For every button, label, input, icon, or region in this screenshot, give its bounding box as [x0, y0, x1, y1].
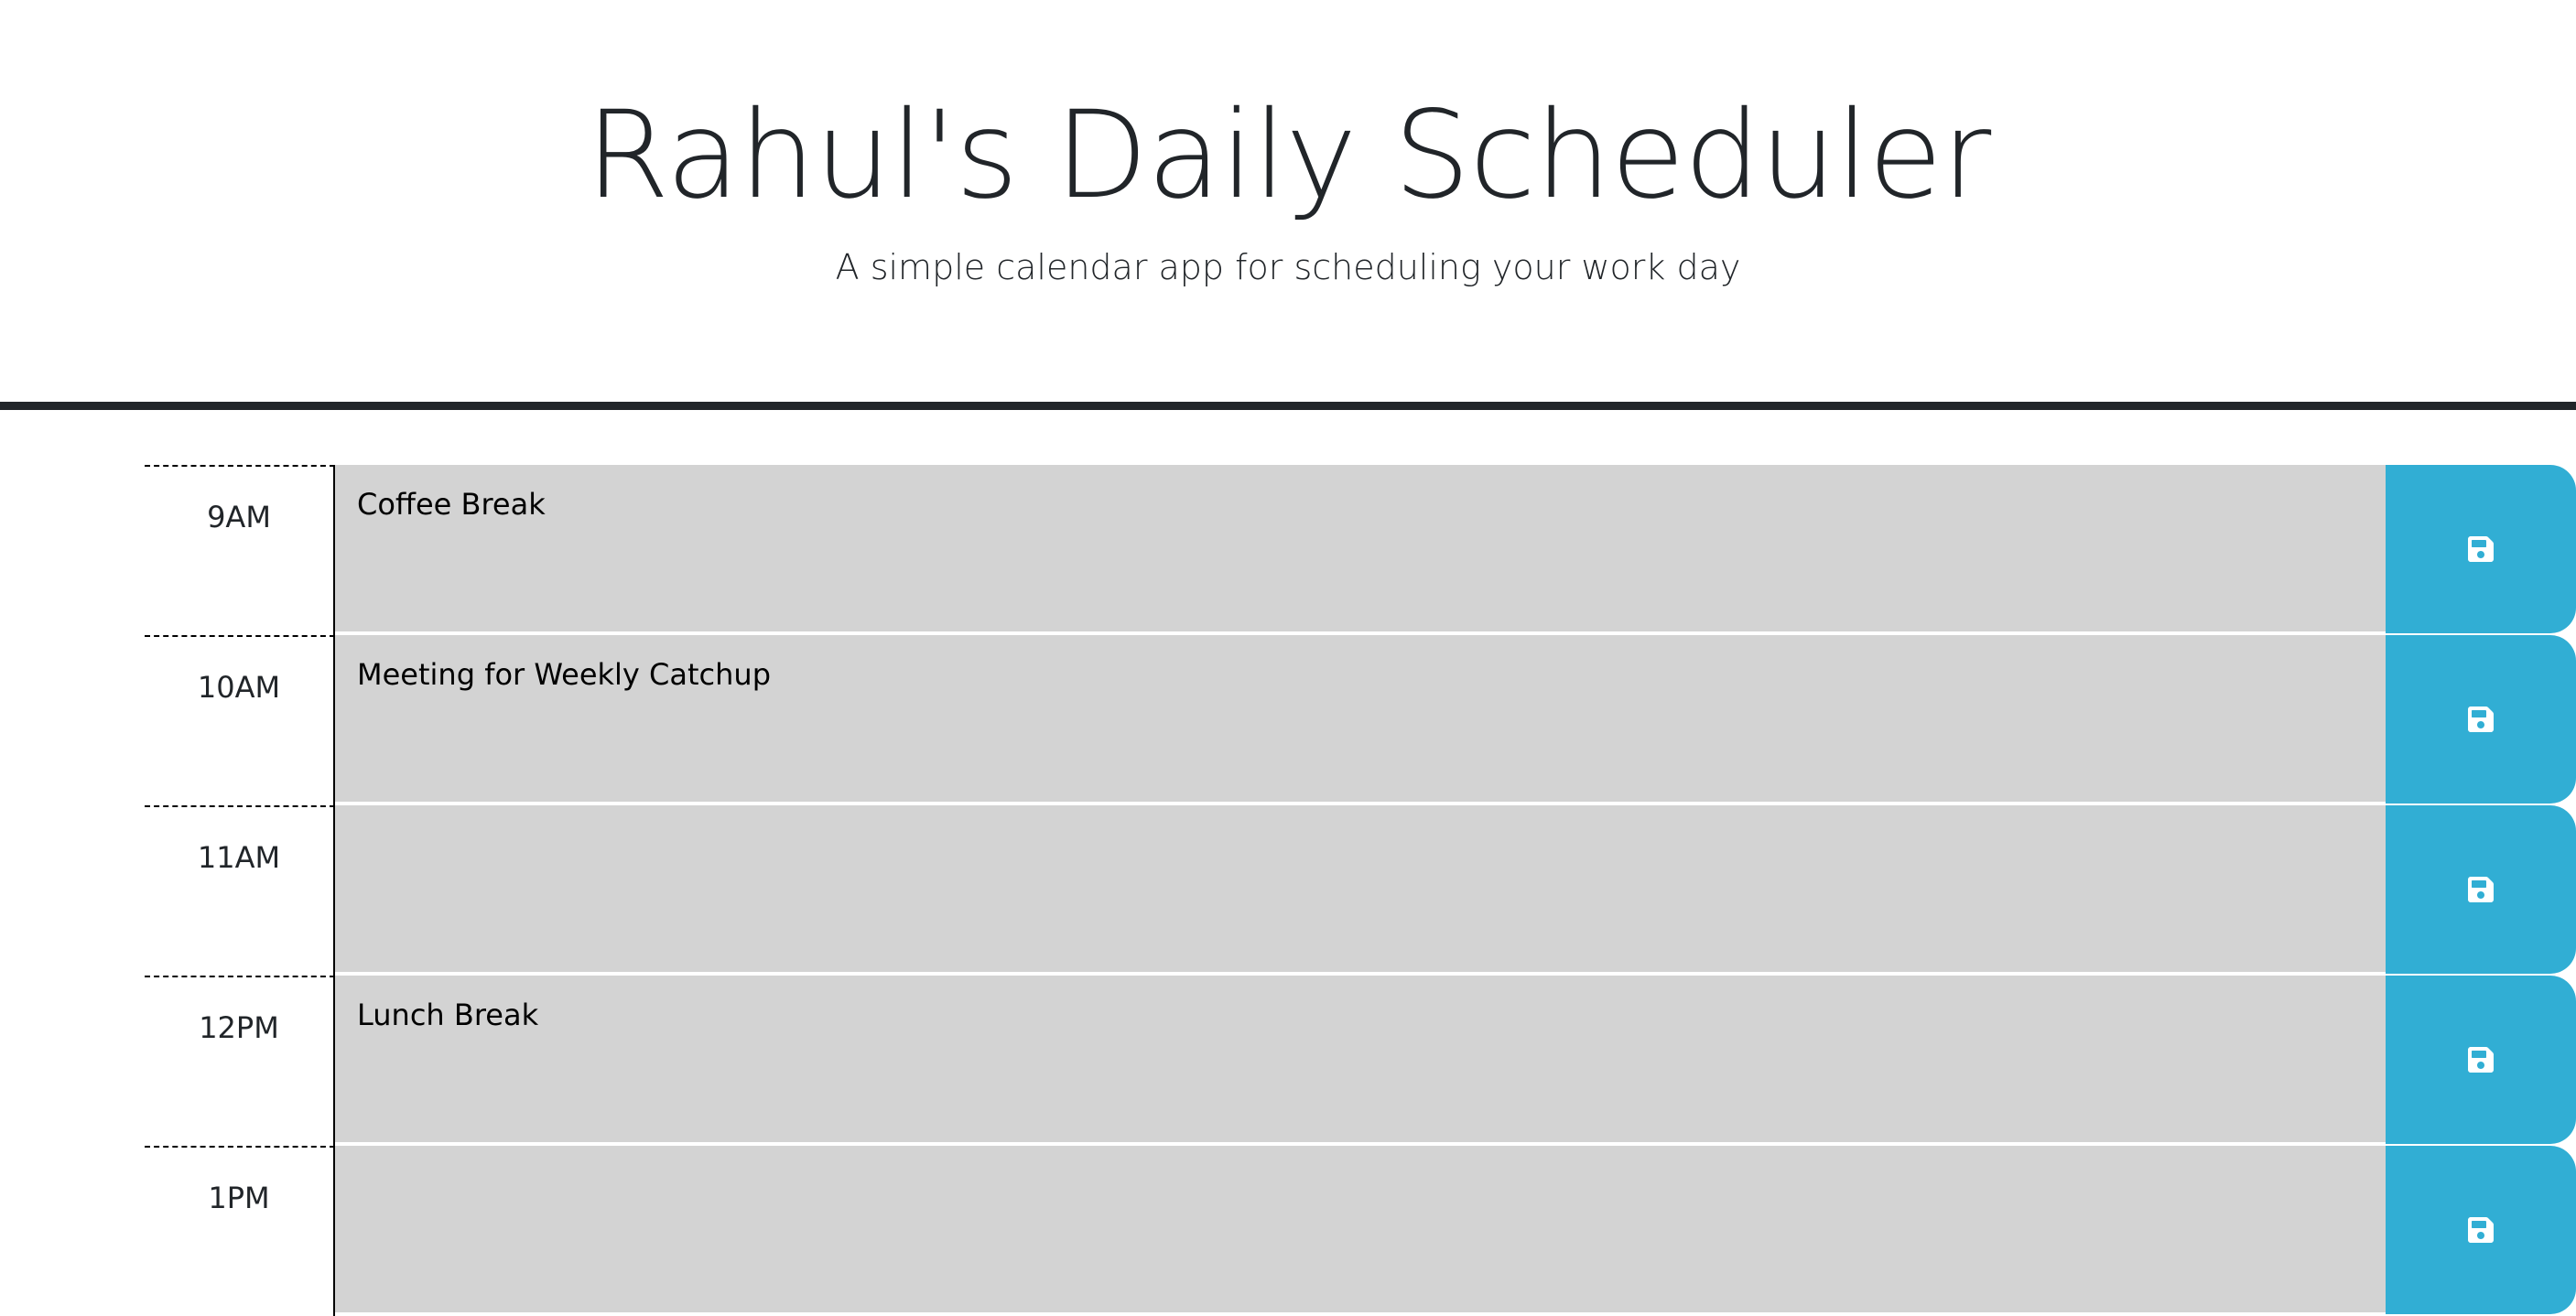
- save-button[interactable]: [2386, 805, 2576, 974]
- event-description-input[interactable]: [335, 805, 2387, 974]
- header: Rahul's Daily Scheduler A simple calenda…: [0, 0, 2576, 410]
- time-block-row: 11AM: [145, 805, 2576, 976]
- time-block-row: 9AM: [145, 465, 2576, 635]
- save-icon: [2468, 1217, 2494, 1243]
- hour-label: 9AM: [145, 465, 335, 635]
- hour-label: 10AM: [145, 635, 335, 805]
- hour-label: 12PM: [145, 976, 335, 1146]
- event-description-input[interactable]: [335, 976, 2387, 1144]
- save-icon: [2468, 877, 2494, 902]
- event-description-input[interactable]: [335, 465, 2387, 633]
- time-block-row: 1PM: [145, 1146, 2576, 1316]
- save-button[interactable]: [2386, 976, 2576, 1144]
- hour-label: 11AM: [145, 805, 335, 976]
- event-description-input[interactable]: [335, 635, 2387, 804]
- save-button[interactable]: [2386, 465, 2576, 633]
- page-subtitle: A simple calendar app for scheduling you…: [835, 247, 1741, 287]
- time-block-row: 12PM: [145, 976, 2576, 1146]
- time-block-row: 10AM: [145, 635, 2576, 805]
- schedule-container: 9AM 10AM 11AM 12PM 1PM: [145, 465, 2576, 1316]
- event-description-input[interactable]: [335, 1146, 2387, 1314]
- save-button[interactable]: [2386, 1146, 2576, 1314]
- save-icon: [2468, 536, 2494, 562]
- save-button[interactable]: [2386, 635, 2576, 804]
- hour-label: 1PM: [145, 1146, 335, 1316]
- save-icon: [2468, 1047, 2494, 1073]
- save-icon: [2468, 707, 2494, 732]
- page-title: Rahul's Daily Scheduler: [585, 85, 1992, 226]
